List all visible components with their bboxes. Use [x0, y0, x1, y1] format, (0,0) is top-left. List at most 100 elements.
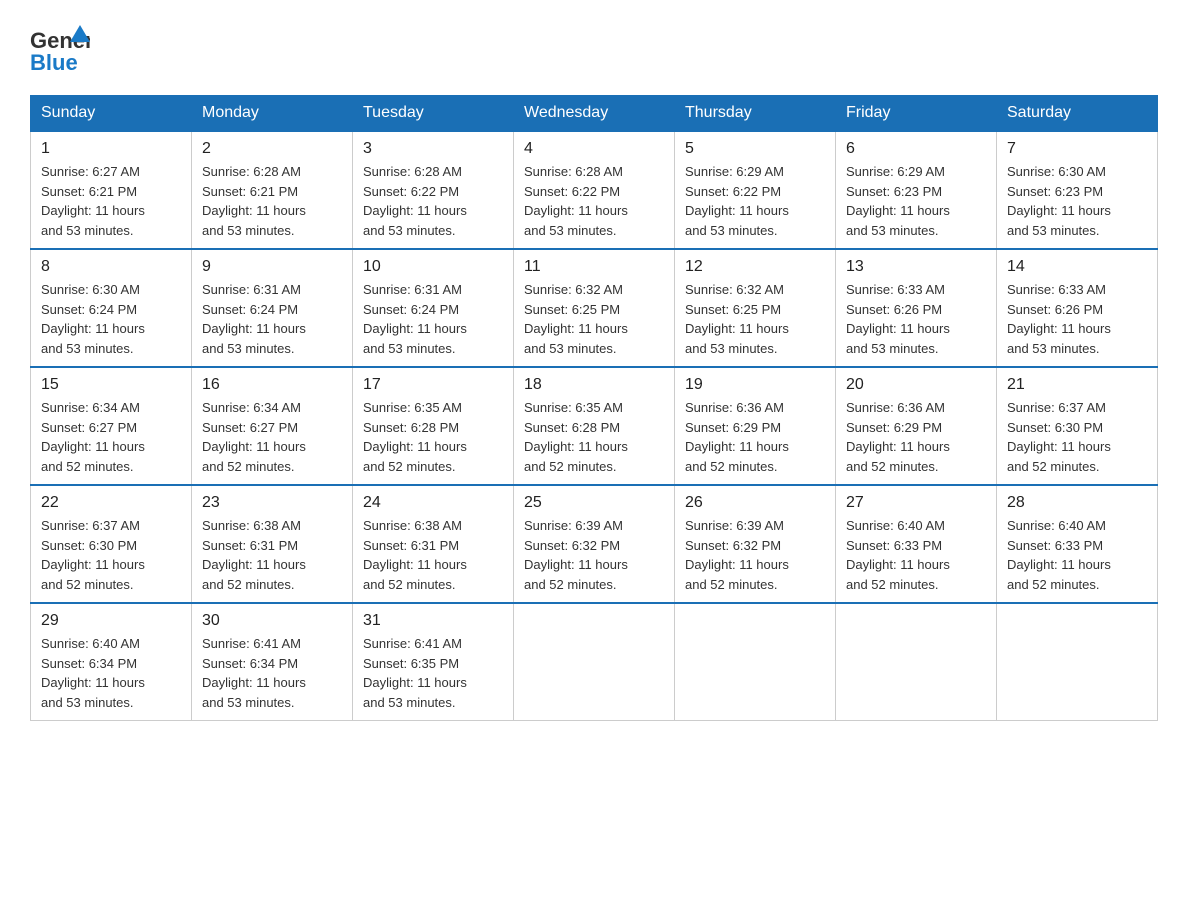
column-header-friday: Friday: [836, 96, 997, 132]
column-header-wednesday: Wednesday: [514, 96, 675, 132]
calendar-table: SundayMondayTuesdayWednesdayThursdayFrid…: [30, 95, 1158, 721]
day-info: Sunrise: 6:39 AMSunset: 6:32 PMDaylight:…: [524, 516, 664, 594]
day-info: Sunrise: 6:29 AMSunset: 6:22 PMDaylight:…: [685, 162, 825, 240]
week-row-3: 15 Sunrise: 6:34 AMSunset: 6:27 PMDaylig…: [31, 367, 1158, 485]
day-info: Sunrise: 6:28 AMSunset: 6:22 PMDaylight:…: [363, 162, 503, 240]
day-number: 29: [41, 612, 181, 630]
calendar-cell: 28 Sunrise: 6:40 AMSunset: 6:33 PMDaylig…: [997, 485, 1158, 603]
day-info: Sunrise: 6:37 AMSunset: 6:30 PMDaylight:…: [41, 516, 181, 594]
day-number: 11: [524, 258, 664, 276]
calendar-cell: [514, 603, 675, 721]
day-number: 30: [202, 612, 342, 630]
page-header: General Blue: [30, 20, 1158, 75]
calendar-cell: 16 Sunrise: 6:34 AMSunset: 6:27 PMDaylig…: [192, 367, 353, 485]
calendar-body: 1 Sunrise: 6:27 AMSunset: 6:21 PMDayligh…: [31, 131, 1158, 721]
day-number: 5: [685, 140, 825, 158]
header-row: SundayMondayTuesdayWednesdayThursdayFrid…: [31, 96, 1158, 132]
day-info: Sunrise: 6:30 AMSunset: 6:23 PMDaylight:…: [1007, 162, 1147, 240]
week-row-5: 29 Sunrise: 6:40 AMSunset: 6:34 PMDaylig…: [31, 603, 1158, 721]
calendar-cell: 3 Sunrise: 6:28 AMSunset: 6:22 PMDayligh…: [353, 131, 514, 249]
day-number: 21: [1007, 376, 1147, 394]
day-number: 2: [202, 140, 342, 158]
calendar-cell: [997, 603, 1158, 721]
day-number: 3: [363, 140, 503, 158]
calendar-cell: [836, 603, 997, 721]
day-number: 16: [202, 376, 342, 394]
day-info: Sunrise: 6:41 AMSunset: 6:35 PMDaylight:…: [363, 634, 503, 712]
day-number: 12: [685, 258, 825, 276]
day-info: Sunrise: 6:34 AMSunset: 6:27 PMDaylight:…: [41, 398, 181, 476]
day-info: Sunrise: 6:34 AMSunset: 6:27 PMDaylight:…: [202, 398, 342, 476]
day-number: 24: [363, 494, 503, 512]
day-number: 13: [846, 258, 986, 276]
calendar-cell: 13 Sunrise: 6:33 AMSunset: 6:26 PMDaylig…: [836, 249, 997, 367]
day-number: 9: [202, 258, 342, 276]
calendar-cell: 29 Sunrise: 6:40 AMSunset: 6:34 PMDaylig…: [31, 603, 192, 721]
column-header-thursday: Thursday: [675, 96, 836, 132]
calendar-cell: 22 Sunrise: 6:37 AMSunset: 6:30 PMDaylig…: [31, 485, 192, 603]
calendar-cell: 18 Sunrise: 6:35 AMSunset: 6:28 PMDaylig…: [514, 367, 675, 485]
calendar-cell: 25 Sunrise: 6:39 AMSunset: 6:32 PMDaylig…: [514, 485, 675, 603]
day-info: Sunrise: 6:29 AMSunset: 6:23 PMDaylight:…: [846, 162, 986, 240]
day-info: Sunrise: 6:31 AMSunset: 6:24 PMDaylight:…: [202, 280, 342, 358]
day-info: Sunrise: 6:40 AMSunset: 6:33 PMDaylight:…: [1007, 516, 1147, 594]
day-number: 23: [202, 494, 342, 512]
column-header-saturday: Saturday: [997, 96, 1158, 132]
calendar-cell: 9 Sunrise: 6:31 AMSunset: 6:24 PMDayligh…: [192, 249, 353, 367]
day-info: Sunrise: 6:35 AMSunset: 6:28 PMDaylight:…: [363, 398, 503, 476]
day-number: 10: [363, 258, 503, 276]
calendar-cell: 10 Sunrise: 6:31 AMSunset: 6:24 PMDaylig…: [353, 249, 514, 367]
calendar-cell: 4 Sunrise: 6:28 AMSunset: 6:22 PMDayligh…: [514, 131, 675, 249]
day-info: Sunrise: 6:38 AMSunset: 6:31 PMDaylight:…: [363, 516, 503, 594]
day-number: 4: [524, 140, 664, 158]
day-info: Sunrise: 6:32 AMSunset: 6:25 PMDaylight:…: [685, 280, 825, 358]
day-info: Sunrise: 6:33 AMSunset: 6:26 PMDaylight:…: [846, 280, 986, 358]
week-row-2: 8 Sunrise: 6:30 AMSunset: 6:24 PMDayligh…: [31, 249, 1158, 367]
day-number: 17: [363, 376, 503, 394]
calendar-cell: 21 Sunrise: 6:37 AMSunset: 6:30 PMDaylig…: [997, 367, 1158, 485]
day-number: 25: [524, 494, 664, 512]
column-header-sunday: Sunday: [31, 96, 192, 132]
calendar-cell: 30 Sunrise: 6:41 AMSunset: 6:34 PMDaylig…: [192, 603, 353, 721]
day-number: 14: [1007, 258, 1147, 276]
calendar-cell: 31 Sunrise: 6:41 AMSunset: 6:35 PMDaylig…: [353, 603, 514, 721]
day-info: Sunrise: 6:31 AMSunset: 6:24 PMDaylight:…: [363, 280, 503, 358]
calendar-cell: 2 Sunrise: 6:28 AMSunset: 6:21 PMDayligh…: [192, 131, 353, 249]
day-number: 15: [41, 376, 181, 394]
calendar-header: SundayMondayTuesdayWednesdayThursdayFrid…: [31, 96, 1158, 132]
day-info: Sunrise: 6:36 AMSunset: 6:29 PMDaylight:…: [685, 398, 825, 476]
logo: General Blue: [30, 20, 90, 75]
day-info: Sunrise: 6:33 AMSunset: 6:26 PMDaylight:…: [1007, 280, 1147, 358]
calendar-cell: 24 Sunrise: 6:38 AMSunset: 6:31 PMDaylig…: [353, 485, 514, 603]
day-info: Sunrise: 6:35 AMSunset: 6:28 PMDaylight:…: [524, 398, 664, 476]
day-number: 18: [524, 376, 664, 394]
calendar-cell: 20 Sunrise: 6:36 AMSunset: 6:29 PMDaylig…: [836, 367, 997, 485]
day-number: 31: [363, 612, 503, 630]
calendar-cell: 8 Sunrise: 6:30 AMSunset: 6:24 PMDayligh…: [31, 249, 192, 367]
day-info: Sunrise: 6:39 AMSunset: 6:32 PMDaylight:…: [685, 516, 825, 594]
calendar-cell: [675, 603, 836, 721]
calendar-cell: 6 Sunrise: 6:29 AMSunset: 6:23 PMDayligh…: [836, 131, 997, 249]
calendar-cell: 26 Sunrise: 6:39 AMSunset: 6:32 PMDaylig…: [675, 485, 836, 603]
day-info: Sunrise: 6:40 AMSunset: 6:33 PMDaylight:…: [846, 516, 986, 594]
day-number: 28: [1007, 494, 1147, 512]
calendar-cell: 27 Sunrise: 6:40 AMSunset: 6:33 PMDaylig…: [836, 485, 997, 603]
column-header-tuesday: Tuesday: [353, 96, 514, 132]
day-number: 1: [41, 140, 181, 158]
day-number: 26: [685, 494, 825, 512]
column-header-monday: Monday: [192, 96, 353, 132]
day-info: Sunrise: 6:28 AMSunset: 6:22 PMDaylight:…: [524, 162, 664, 240]
svg-text:Blue: Blue: [30, 50, 78, 75]
calendar-cell: 11 Sunrise: 6:32 AMSunset: 6:25 PMDaylig…: [514, 249, 675, 367]
day-number: 7: [1007, 140, 1147, 158]
calendar-cell: 5 Sunrise: 6:29 AMSunset: 6:22 PMDayligh…: [675, 131, 836, 249]
calendar-cell: 7 Sunrise: 6:30 AMSunset: 6:23 PMDayligh…: [997, 131, 1158, 249]
day-number: 27: [846, 494, 986, 512]
calendar-cell: 12 Sunrise: 6:32 AMSunset: 6:25 PMDaylig…: [675, 249, 836, 367]
calendar-cell: 15 Sunrise: 6:34 AMSunset: 6:27 PMDaylig…: [31, 367, 192, 485]
day-info: Sunrise: 6:37 AMSunset: 6:30 PMDaylight:…: [1007, 398, 1147, 476]
calendar-cell: 17 Sunrise: 6:35 AMSunset: 6:28 PMDaylig…: [353, 367, 514, 485]
day-info: Sunrise: 6:28 AMSunset: 6:21 PMDaylight:…: [202, 162, 342, 240]
day-info: Sunrise: 6:40 AMSunset: 6:34 PMDaylight:…: [41, 634, 181, 712]
week-row-4: 22 Sunrise: 6:37 AMSunset: 6:30 PMDaylig…: [31, 485, 1158, 603]
